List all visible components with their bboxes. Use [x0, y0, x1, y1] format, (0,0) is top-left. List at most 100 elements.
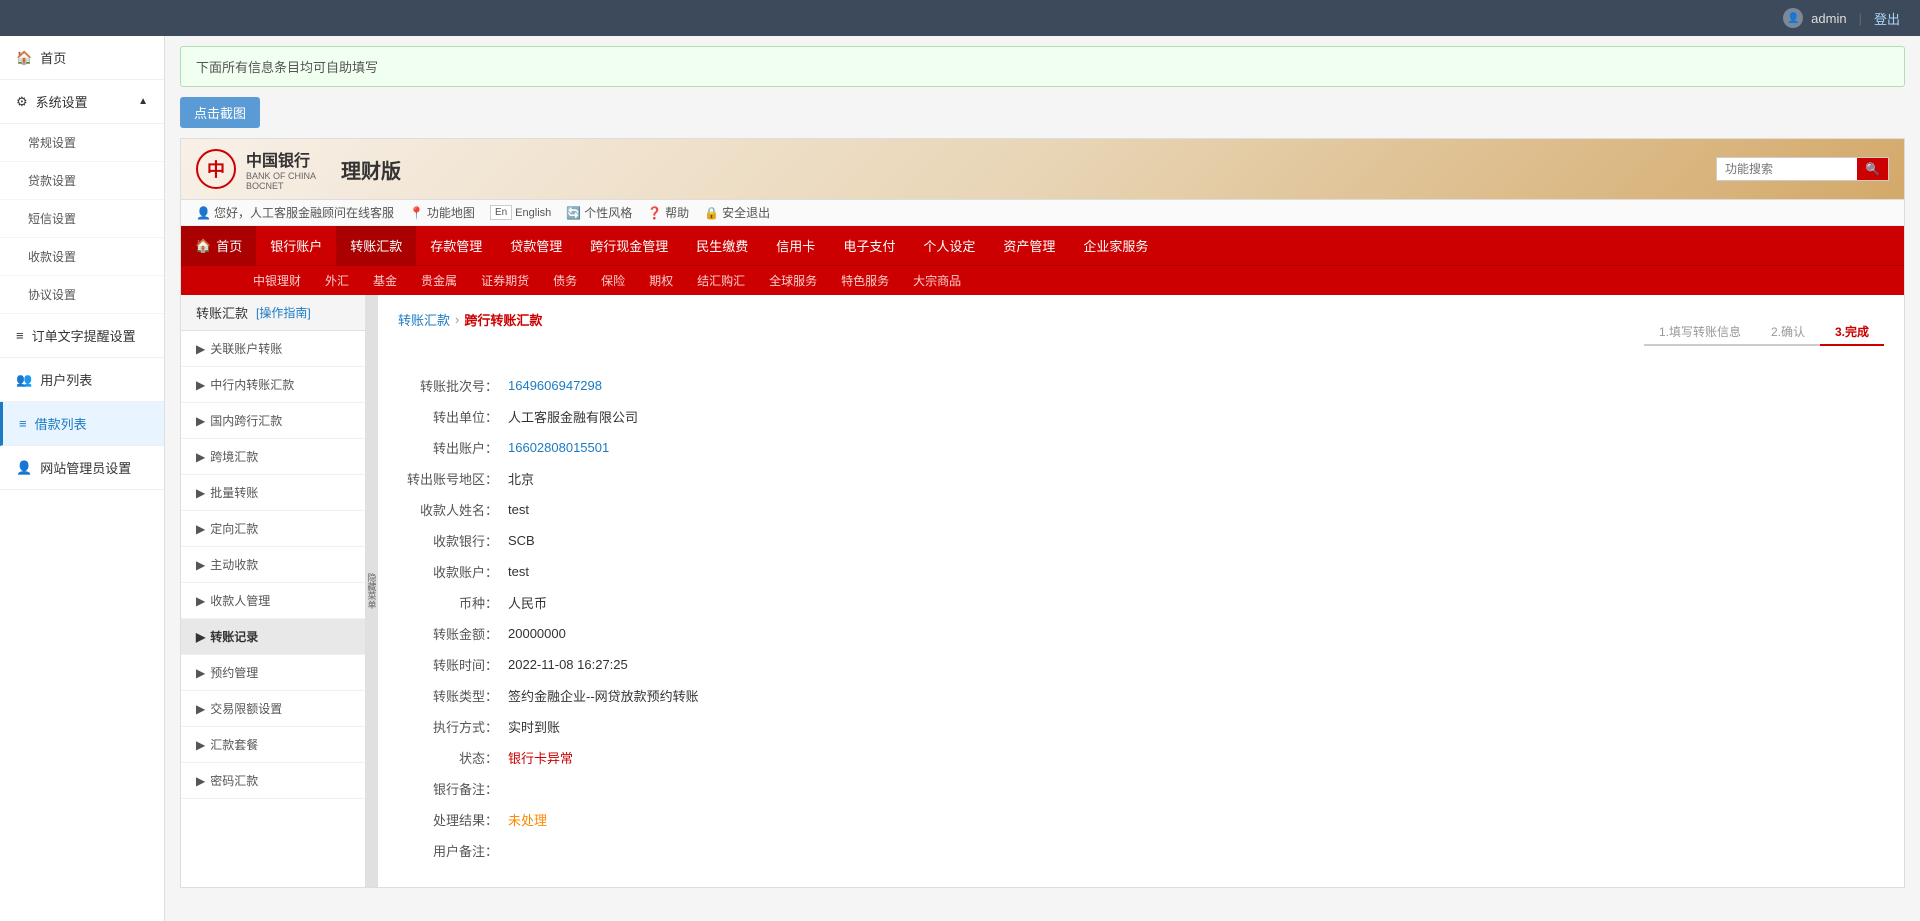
menu-collapse-handle[interactable]: 隐藏菜单	[366, 295, 378, 887]
bank-nav-deposit[interactable]: 存款管理	[416, 226, 496, 265]
sidebar-item-home[interactable]: 🏠 首页	[0, 36, 164, 80]
gear-icon: ⚙	[16, 94, 28, 110]
bank-search-button[interactable]: 🔍	[1857, 158, 1888, 180]
bank-nav-credit[interactable]: 信用卡	[762, 226, 829, 265]
transfer-menu-package-label: 汇款套餐	[210, 736, 258, 753]
bank-product: 理财版	[341, 155, 401, 184]
person-nav-icon: 👤	[196, 206, 211, 220]
detail-time: 转账时间： 2022-11-08 16:27:25	[398, 655, 1884, 674]
transfer-menu-linked-label: 关联账户转账	[210, 340, 282, 357]
bank-main-nav: 🏠 首页 银行账户 转账汇款 存款管理 贷款管理 跨行现金管理 民生缴费 信用卡…	[181, 226, 1904, 265]
bank-nav-transfer[interactable]: 转账汇款	[336, 226, 416, 265]
list-icon: ≡	[16, 328, 24, 343]
english-link[interactable]: En English	[490, 205, 551, 220]
info-banner: 下面所有信息条目均可自助填写	[180, 46, 1905, 87]
bank-nav-epay[interactable]: 电子支付	[829, 226, 909, 265]
bank-nav-personal[interactable]: 个人设定	[909, 226, 989, 265]
sidebar-item-loan-list[interactable]: ≡ 借款列表	[0, 402, 164, 446]
sidebar-item-collection-settings[interactable]: 收款设置	[0, 238, 164, 276]
bank-sub-gold[interactable]: 贵金属	[409, 266, 469, 295]
bank-nav-civil[interactable]: 民生缴费	[682, 226, 762, 265]
loan-icon: ≡	[19, 416, 27, 431]
transfer-menu-limit[interactable]: ▶ 交易限额设置	[181, 691, 365, 727]
sidebar-item-loan-settings[interactable]: 贷款设置	[0, 162, 164, 200]
detail-payee-bank: 收款银行： SCB	[398, 531, 1884, 550]
transfer-menu-package[interactable]: ▶ 汇款套餐	[181, 727, 365, 763]
screenshot-btn-container: 点击截图	[180, 97, 1905, 128]
bank-sub-special[interactable]: 特色服务	[829, 266, 901, 295]
bank-nav-cross-cash[interactable]: 跨行现金管理	[576, 226, 682, 265]
tri-icon-9: ▶	[196, 666, 205, 680]
transfer-menu-active-collect[interactable]: ▶ 主动收款	[181, 547, 365, 583]
transfer-menu-linked[interactable]: ▶ 关联账户转账	[181, 331, 365, 367]
transfer-menu-header: 转账汇款 [操作指南]	[181, 295, 365, 331]
collapse-label: 隐藏菜单	[366, 573, 379, 609]
sidebar-item-loan-label: 借款列表	[35, 414, 87, 433]
screenshot-button[interactable]: 点击截图	[180, 97, 260, 128]
bank-name-en1: BANK OF CHINA BOCNET	[246, 171, 316, 191]
service-link[interactable]: 👤 您好，人工客服金融顾问在线客服	[196, 204, 394, 221]
currency-label: 币种：	[398, 593, 498, 612]
bank-search-input[interactable]	[1717, 158, 1857, 180]
help-text: 帮助	[665, 204, 689, 221]
bank-sub-bocwealth[interactable]: 中银理财	[241, 266, 313, 295]
logout-bank-link[interactable]: 🔒 安全退出	[704, 204, 770, 221]
detail-unit: 转出单位： 人工客服金融有限公司	[398, 407, 1884, 426]
detail-status: 状态： 银行卡异常	[398, 748, 1884, 767]
sidebar-item-site-admin[interactable]: 👤 网站管理员设置	[0, 446, 164, 490]
bank-nav-enterprise[interactable]: 企业家服务	[1069, 226, 1162, 265]
account-out-value[interactable]: 16602808015501	[508, 440, 609, 455]
transfer-menu-batch[interactable]: ▶ 批量转账	[181, 475, 365, 511]
logout-link[interactable]: 登出	[1874, 9, 1900, 28]
bank-sub-insurance[interactable]: 保险	[589, 266, 637, 295]
bank-sub-global[interactable]: 全球服务	[757, 266, 829, 295]
region-label: 转出账号地区：	[398, 469, 498, 488]
transfer-menu-reservation[interactable]: ▶ 预约管理	[181, 655, 365, 691]
sidebar-item-order-text[interactable]: ≡ 订单文字提醒设置	[0, 314, 164, 358]
payee-value: test	[508, 502, 529, 517]
person-icon: 👤	[16, 460, 32, 476]
map-link[interactable]: 📍 功能地图	[409, 204, 475, 221]
transfer-menu-records[interactable]: ▶ 转账记录	[181, 619, 365, 655]
bank-nav-loan[interactable]: 贷款管理	[496, 226, 576, 265]
bank-sub-futures[interactable]: 证券期货	[469, 266, 541, 295]
bank-sub-options[interactable]: 期权	[637, 266, 685, 295]
sidebar-item-protocol-settings[interactable]: 协议设置	[0, 276, 164, 314]
english-text: English	[515, 207, 551, 219]
transfer-menu-guide[interactable]: [操作指南]	[256, 304, 311, 321]
transfer-menu-domestic-cross[interactable]: ▶ 国内跨行汇款	[181, 403, 365, 439]
user-avatar-icon: 👤	[1783, 8, 1803, 28]
bank-sub-bonds[interactable]: 债务	[541, 266, 589, 295]
transfer-menu-password[interactable]: ▶ 密码汇款	[181, 763, 365, 799]
bank-nav-home[interactable]: 🏠 首页	[181, 226, 256, 265]
tri-icon-1: ▶	[196, 378, 205, 392]
transfer-menu-title: 转账汇款	[196, 303, 248, 322]
type-value: 签约金融企业--网贷放款预约转账	[508, 686, 699, 705]
bank-sub-settlement[interactable]: 结汇购汇	[685, 266, 757, 295]
bank-nav-bank-account[interactable]: 银行账户	[256, 226, 336, 265]
sidebar-item-user-list[interactable]: 👥 用户列表	[0, 358, 164, 402]
bank-sub-forex[interactable]: 外汇	[313, 266, 361, 295]
transfer-menu-boc-internal[interactable]: ▶ 中行内转账汇款	[181, 367, 365, 403]
bank-sub-fund[interactable]: 基金	[361, 266, 409, 295]
sidebar-item-general-settings[interactable]: 常规设置	[0, 124, 164, 162]
breadcrumb-steps-row: 转账汇款 › 跨行转账汇款 1.填写转账信息 2.确认	[398, 310, 1884, 346]
sidebar-item-sms-settings[interactable]: 短信设置	[0, 200, 164, 238]
bank-sub-nav: 中银理财 外汇 基金 贵金属 证券期货 债务 保险 期权 结汇购汇 全球服务 特…	[181, 265, 1904, 295]
transfer-menu-cross-border[interactable]: ▶ 跨境汇款	[181, 439, 365, 475]
step-1: 1.填写转账信息	[1644, 319, 1756, 346]
bank-sub-commodity[interactable]: 大宗商品	[901, 266, 973, 295]
style-link[interactable]: 🔄 个性风格	[566, 204, 632, 221]
batch-no-value[interactable]: 1649606947298	[508, 378, 602, 393]
step-1-label: 1.填写转账信息	[1659, 325, 1741, 339]
bank-nav-asset[interactable]: 资产管理	[989, 226, 1069, 265]
detail-bank-note: 银行备注：	[398, 779, 1884, 798]
sidebar-item-admin-label: 网站管理员设置	[40, 458, 131, 477]
transfer-menu-directed[interactable]: ▶ 定向汇款	[181, 511, 365, 547]
help-link[interactable]: ❓ 帮助	[647, 204, 689, 221]
sidebar-item-system-settings[interactable]: ⚙ 系统设置 ▲	[0, 80, 164, 124]
breadcrumb-parent[interactable]: 转账汇款	[398, 310, 450, 329]
transfer-menu-payee-mgmt[interactable]: ▶ 收款人管理	[181, 583, 365, 619]
en-btn[interactable]: En	[490, 205, 512, 220]
method-value: 实时到账	[508, 717, 560, 736]
